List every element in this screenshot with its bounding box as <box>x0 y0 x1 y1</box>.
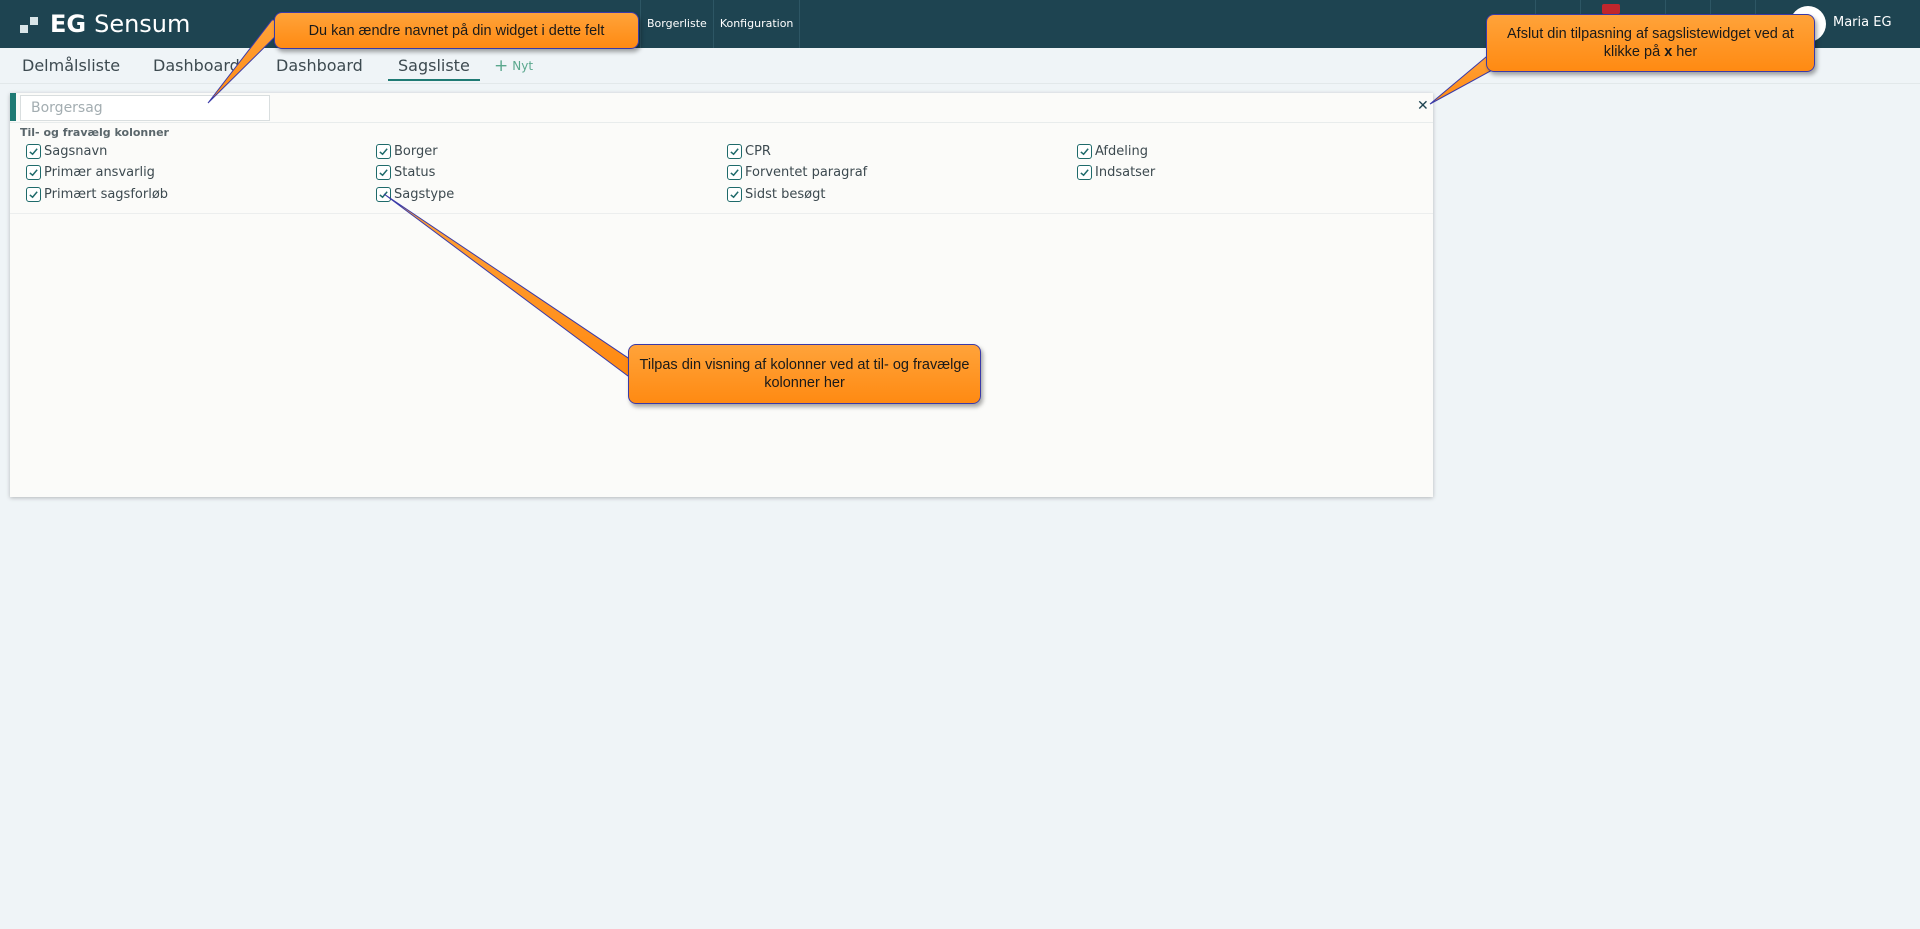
column-option-label: Primært sagsforløb <box>44 187 169 202</box>
column-option-cpr[interactable]: CPR <box>727 144 771 159</box>
columns-heading: Til- og fravælg kolonner <box>20 126 169 139</box>
checkbox-checked-icon[interactable] <box>1077 165 1092 180</box>
tab-sagsliste[interactable]: Sagsliste <box>388 56 480 81</box>
callout-rename-text: Du kan ændre navnet på din widget i dett… <box>308 22 605 39</box>
checkbox-checked-icon[interactable] <box>727 165 742 180</box>
column-option-primaert-sagsforloeb[interactable]: Primært sagsforløb <box>26 187 168 202</box>
nav-item-borgerliste[interactable]: Borgerliste <box>640 0 713 48</box>
widget-name-input[interactable] <box>20 95 270 121</box>
notification-badge[interactable] <box>1602 4 1620 14</box>
column-option-label: Borger <box>394 144 438 159</box>
plus-icon: + <box>494 56 509 76</box>
checkbox-checked-icon[interactable] <box>26 144 41 159</box>
main-nav: Borgerliste Konfiguration <box>640 0 801 48</box>
checkbox-checked-icon[interactable] <box>1077 144 1092 159</box>
column-option-label: Afdeling <box>1095 144 1148 159</box>
checkbox-checked-icon[interactable] <box>376 187 391 202</box>
panel-accent-bar <box>10 93 16 121</box>
checkbox-checked-icon[interactable] <box>376 144 391 159</box>
column-option-status[interactable]: Status <box>376 165 435 180</box>
column-option-sagstype[interactable]: Sagstype <box>376 187 454 202</box>
column-option-label: CPR <box>745 144 771 159</box>
callout-close-widget: Afslut din tilpasning af sagslistewidget… <box>1486 14 1815 72</box>
column-option-label: Status <box>394 165 436 180</box>
nav-item-konfiguration[interactable]: Konfiguration <box>712 0 801 48</box>
close-icon[interactable]: ✕ <box>1417 98 1429 114</box>
tab-dashboard-2[interactable]: Dashboard <box>276 56 363 79</box>
column-option-primaer-ansvarlig[interactable]: Primær ansvarlig <box>26 165 155 180</box>
column-option-label: Primær ansvarlig <box>44 165 155 180</box>
callout-close-text: Afslut din tilpasning af sagslistewidget… <box>1495 25 1806 61</box>
column-option-afdeling[interactable]: Afdeling <box>1077 144 1148 159</box>
column-option-label: Sagsnavn <box>44 144 108 159</box>
callout-columns-text: Tilpas din visning af kolonner ved at ti… <box>639 357 970 391</box>
column-option-label: Indsatser <box>1095 165 1156 180</box>
checkbox-checked-icon[interactable] <box>26 187 41 202</box>
callout-rename-widget: Du kan ændre navnet på din widget i dett… <box>274 12 639 49</box>
divider <box>10 122 1433 123</box>
column-option-label: Forventet paragraf <box>745 165 868 180</box>
add-tab-label: Nyt <box>512 59 534 73</box>
column-option-label: Sagstype <box>394 187 455 202</box>
callout-close-prefix: Afslut din tilpasning af sagslistewidget… <box>1507 26 1794 60</box>
tab-dashboard-1[interactable]: Dashboard <box>153 56 240 79</box>
callout-close-suffix: her <box>1672 44 1698 60</box>
checkbox-checked-icon[interactable] <box>26 165 41 180</box>
app-logo[interactable]: EG Sensum <box>20 10 190 38</box>
divider <box>10 213 1433 214</box>
checkbox-checked-icon[interactable] <box>727 187 742 202</box>
logo-bold: EG <box>50 10 87 38</box>
callout-columns: Tilpas din visning af kolonner ved at ti… <box>628 344 981 404</box>
column-option-sagsnavn[interactable]: Sagsnavn <box>26 144 107 159</box>
add-tab-button[interactable]: + Nyt <box>494 56 534 76</box>
column-option-forventet-paragraf[interactable]: Forventet paragraf <box>727 165 867 180</box>
tab-delmaalsliste[interactable]: Delmålsliste <box>22 56 120 79</box>
user-name[interactable]: Maria EG <box>1833 15 1892 30</box>
checkbox-checked-icon[interactable] <box>727 144 742 159</box>
logo-name: Sensum <box>94 10 191 38</box>
checkbox-checked-icon[interactable] <box>376 165 391 180</box>
column-option-borger[interactable]: Borger <box>376 144 438 159</box>
column-option-label: Sidst besøgt <box>745 187 826 202</box>
column-option-indsatser[interactable]: Indsatser <box>1077 165 1155 180</box>
column-option-sidst-besoegt[interactable]: Sidst besøgt <box>727 187 825 202</box>
widget-config-panel: ✕ Til- og fravælg kolonner Sagsnavn Borg… <box>10 93 1433 497</box>
logo-mark-icon <box>20 13 42 35</box>
